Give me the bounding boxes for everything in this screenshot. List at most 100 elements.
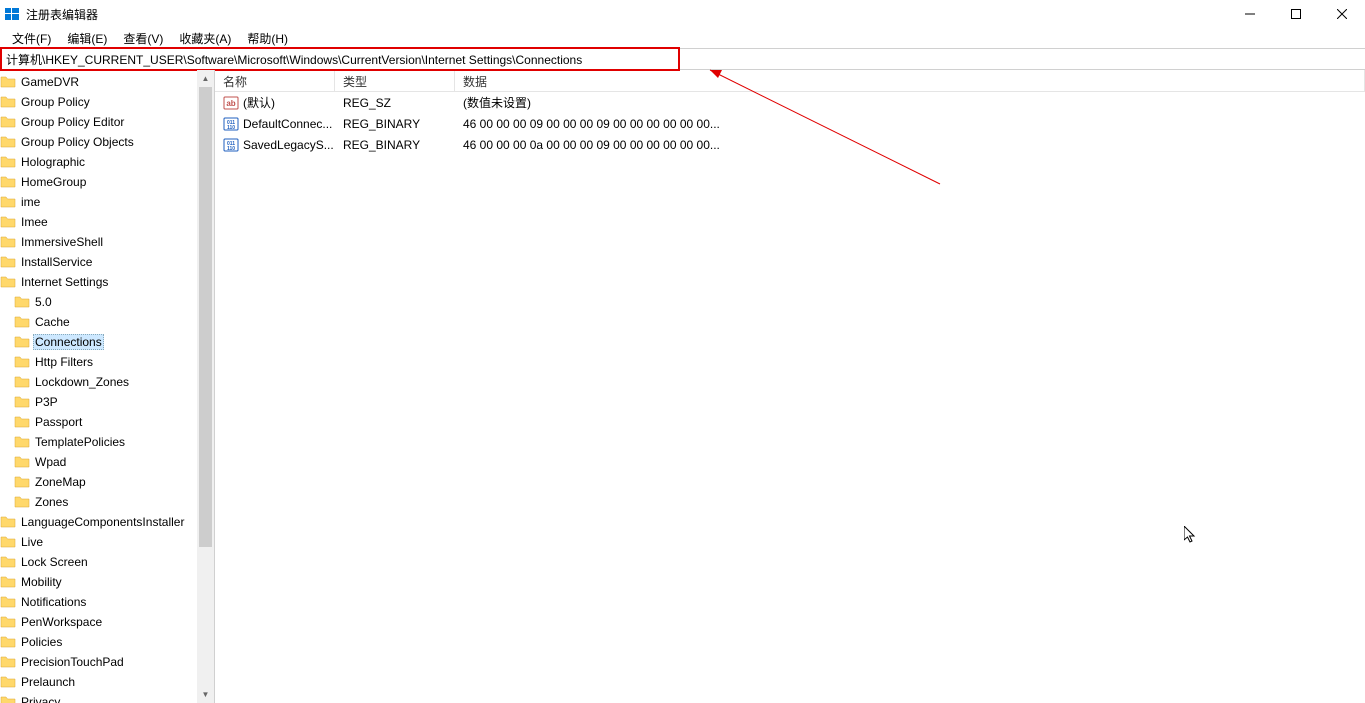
menu-view[interactable]: 查看(V) bbox=[115, 29, 171, 48]
tree-item[interactable]: Group Policy Objects bbox=[0, 132, 214, 152]
tree-item-label: Live bbox=[19, 534, 45, 550]
tree-item[interactable]: Zones bbox=[0, 492, 214, 512]
tree-item[interactable]: ime bbox=[0, 192, 214, 212]
cell-data: (数值未设置) bbox=[455, 94, 1365, 111]
tree-item-label: PrecisionTouchPad bbox=[19, 654, 126, 670]
tree-item-label: InstallService bbox=[19, 254, 94, 270]
tree-item[interactable]: Http Filters bbox=[0, 352, 214, 372]
tree-item[interactable]: PenWorkspace bbox=[0, 612, 214, 632]
column-header-name[interactable]: 名称 bbox=[215, 70, 335, 91]
tree-scrollbar[interactable]: ▲ ▼ bbox=[197, 70, 214, 703]
tree-item-label: Group Policy Editor bbox=[19, 114, 126, 130]
tree-item[interactable]: Holographic bbox=[0, 152, 214, 172]
cell-type: REG_BINARY bbox=[335, 138, 455, 152]
binary-icon bbox=[223, 116, 239, 132]
folder-icon bbox=[0, 114, 16, 130]
tree-item-label: Lock Screen bbox=[19, 554, 90, 570]
folder-icon bbox=[14, 314, 30, 330]
folder-icon bbox=[0, 134, 16, 150]
tree-item-label: Group Policy Objects bbox=[19, 134, 136, 150]
tree-item[interactable]: Wpad bbox=[0, 452, 214, 472]
list-row[interactable]: (默认)REG_SZ(数值未设置) bbox=[215, 92, 1365, 113]
tree-item[interactable]: Group Policy Editor bbox=[0, 112, 214, 132]
tree-item[interactable]: HomeGroup bbox=[0, 172, 214, 192]
value-name-text: DefaultConnec... bbox=[243, 117, 332, 131]
folder-icon bbox=[0, 214, 16, 230]
folder-icon bbox=[0, 674, 16, 690]
scroll-down-icon[interactable]: ▼ bbox=[197, 686, 214, 703]
close-button[interactable] bbox=[1319, 0, 1365, 28]
folder-icon bbox=[0, 154, 16, 170]
tree-item[interactable]: Passport bbox=[0, 412, 214, 432]
folder-icon bbox=[14, 414, 30, 430]
tree-item[interactable]: PrecisionTouchPad bbox=[0, 652, 214, 672]
tree-item[interactable]: Prelaunch bbox=[0, 672, 214, 692]
tree-item[interactable]: 5.0 bbox=[0, 292, 214, 312]
menu-edit[interactable]: 编辑(E) bbox=[59, 29, 115, 48]
tree-item[interactable]: Imee bbox=[0, 212, 214, 232]
list-row[interactable]: DefaultConnec...REG_BINARY46 00 00 00 09… bbox=[215, 113, 1365, 134]
tree-item-label: Group Policy bbox=[19, 94, 92, 110]
maximize-button[interactable] bbox=[1273, 0, 1319, 28]
tree-item[interactable]: ZoneMap bbox=[0, 472, 214, 492]
tree-item[interactable]: LanguageComponentsInstaller bbox=[0, 512, 214, 532]
list-body: (默认)REG_SZ(数值未设置)DefaultConnec...REG_BIN… bbox=[215, 92, 1365, 155]
tree-item[interactable]: Notifications bbox=[0, 592, 214, 612]
tree-pane: GameDVR Group Policy Group Policy Editor Gr… bbox=[0, 70, 215, 703]
value-name-text: SavedLegacyS... bbox=[243, 138, 334, 152]
folder-icon bbox=[0, 554, 16, 570]
tree-item[interactable]: Cache bbox=[0, 312, 214, 332]
folder-icon bbox=[0, 574, 16, 590]
tree-item[interactable]: Lockdown_Zones bbox=[0, 372, 214, 392]
menu-help[interactable]: 帮助(H) bbox=[239, 29, 296, 48]
folder-icon bbox=[14, 454, 30, 470]
column-header-type[interactable]: 类型 bbox=[335, 70, 455, 91]
tree-item[interactable]: Live bbox=[0, 532, 214, 552]
cell-type: REG_SZ bbox=[335, 96, 455, 110]
tree-item[interactable]: P3P bbox=[0, 392, 214, 412]
registry-tree[interactable]: GameDVR Group Policy Group Policy Editor Gr… bbox=[0, 70, 214, 703]
minimize-button[interactable] bbox=[1227, 0, 1273, 28]
tree-item[interactable]: Group Policy bbox=[0, 92, 214, 112]
tree-item-label: HomeGroup bbox=[19, 174, 88, 190]
tree-item[interactable]: TemplatePolicies bbox=[0, 432, 214, 452]
tree-item-label: ime bbox=[19, 194, 42, 210]
menu-favorites[interactable]: 收藏夹(A) bbox=[171, 29, 239, 48]
tree-item-label: Privacy bbox=[19, 694, 62, 703]
tree-item[interactable]: Mobility bbox=[0, 572, 214, 592]
app-icon bbox=[4, 6, 20, 22]
tree-item[interactable]: Internet Settings bbox=[0, 272, 214, 292]
menu-bar: 文件(F) 编辑(E) 查看(V) 收藏夹(A) 帮助(H) bbox=[0, 28, 1365, 48]
folder-icon bbox=[0, 274, 16, 290]
folder-icon bbox=[0, 634, 16, 650]
folder-icon bbox=[0, 234, 16, 250]
menu-file[interactable]: 文件(F) bbox=[4, 29, 59, 48]
cell-name: DefaultConnec... bbox=[215, 116, 335, 132]
tree-item[interactable]: Connections bbox=[0, 332, 214, 352]
tree-item-label: TemplatePolicies bbox=[33, 434, 127, 450]
scroll-up-icon[interactable]: ▲ bbox=[197, 70, 214, 87]
tree-item[interactable]: ImmersiveShell bbox=[0, 232, 214, 252]
tree-item[interactable]: Lock Screen bbox=[0, 552, 214, 572]
folder-icon bbox=[0, 194, 16, 210]
list-header: 名称 类型 数据 bbox=[215, 70, 1365, 92]
tree-item[interactable]: InstallService bbox=[0, 252, 214, 272]
tree-item-label: P3P bbox=[33, 394, 60, 410]
folder-icon bbox=[14, 474, 30, 490]
list-row[interactable]: SavedLegacyS...REG_BINARY46 00 00 00 0a … bbox=[215, 134, 1365, 155]
tree-item-label: Holographic bbox=[19, 154, 87, 170]
tree-item[interactable]: Privacy bbox=[0, 692, 214, 703]
folder-icon bbox=[0, 614, 16, 630]
folder-icon bbox=[0, 254, 16, 270]
tree-item[interactable]: GameDVR bbox=[0, 72, 214, 92]
folder-icon bbox=[14, 334, 30, 350]
column-header-data[interactable]: 数据 bbox=[455, 70, 1365, 91]
tree-item-label: Notifications bbox=[19, 594, 88, 610]
scroll-thumb[interactable] bbox=[199, 87, 212, 547]
address-bar-input[interactable] bbox=[0, 49, 1365, 69]
tree-item-label: Wpad bbox=[33, 454, 68, 470]
binary-icon bbox=[223, 137, 239, 153]
folder-icon bbox=[0, 654, 16, 670]
tree-item-label: Internet Settings bbox=[19, 274, 110, 290]
tree-item[interactable]: Policies bbox=[0, 632, 214, 652]
